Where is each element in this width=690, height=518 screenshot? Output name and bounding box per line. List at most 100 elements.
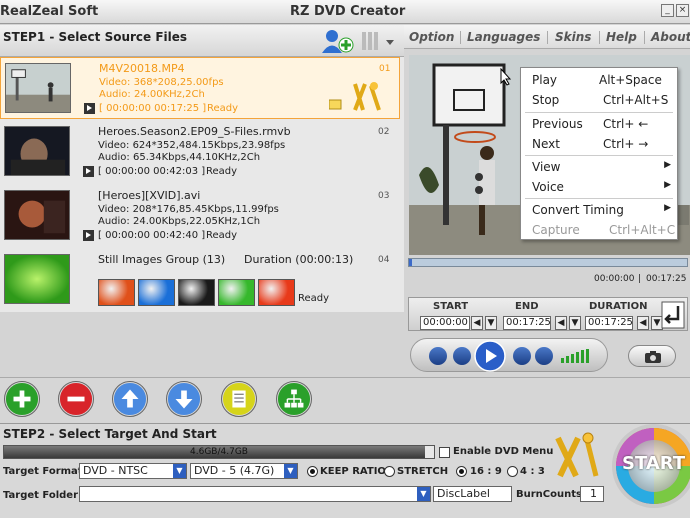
stop-button[interactable] — [429, 347, 447, 365]
chevron-down-icon[interactable]: ▼ — [417, 487, 430, 501]
menu-languages[interactable]: Languages — [467, 30, 540, 44]
move-up-icon[interactable] — [112, 381, 148, 417]
snapshot-button[interactable] — [628, 345, 676, 367]
volume-button[interactable] — [535, 347, 553, 365]
minimize-button[interactable]: _ — [661, 4, 674, 17]
menu-separator — [547, 31, 548, 44]
menu-skins[interactable]: Skins — [555, 30, 591, 44]
status-text: Ready — [207, 103, 239, 114]
end-down-button[interactable]: ▼ — [569, 316, 581, 330]
ratio-4-3-radio[interactable] — [507, 466, 518, 477]
start-down-button[interactable]: ▼ — [485, 316, 497, 330]
step2-panel: STEP2 - Select Target And Start 4.6GB/4.… — [0, 423, 690, 518]
still-image-thumb[interactable] — [218, 279, 255, 306]
source-row[interactable]: Heroes.Season2.EP09_S-Files.rmvb Video: … — [0, 121, 400, 183]
play-button[interactable] — [474, 340, 506, 372]
video-info: Video: 624*352,484.15Kbps,23.98fps — [98, 140, 286, 151]
still-image-thumb[interactable] — [258, 279, 295, 306]
ctx-item-previous[interactable]: Previous Ctrl+ ← — [521, 114, 677, 134]
tree-icon[interactable] — [276, 381, 312, 417]
play-mini-icon[interactable] — [83, 230, 94, 241]
ctx-item-next[interactable]: Next Ctrl+ → — [521, 134, 677, 154]
previous-button[interactable] — [453, 347, 471, 365]
next-button[interactable] — [513, 347, 531, 365]
ctx-item-voice[interactable]: Voice ▶ — [521, 177, 677, 197]
ctx-label: Previous — [532, 117, 583, 131]
add-icon[interactable] — [4, 381, 40, 417]
group-name: Still Images Group (13) — [98, 253, 226, 266]
mouse-cursor-icon — [500, 68, 512, 86]
ctx-label: View — [532, 160, 561, 174]
keep-ratio-radio[interactable] — [307, 466, 318, 477]
tools-icon[interactable] — [329, 80, 389, 114]
chevron-down-icon[interactable]: ▼ — [173, 464, 186, 478]
ctx-label: Convert Timing — [532, 203, 624, 217]
row-number: 02 — [378, 127, 390, 137]
trim-end-label: END — [515, 301, 539, 312]
duration-field[interactable]: 00:17:25 — [585, 316, 633, 330]
audio-info: Audio: 24.00KHz,2Ch — [99, 89, 205, 100]
seek-bar[interactable] — [408, 258, 688, 267]
enable-dvd-menu-label: Enable DVD Menu — [453, 446, 554, 457]
still-image-thumb[interactable] — [178, 279, 215, 306]
move-down-icon[interactable] — [166, 381, 202, 417]
source-row[interactable]: M4V20018.MP4 Video: 368*208,25.00fps Aud… — [0, 57, 400, 119]
current-time: 00:00:00 — [594, 274, 635, 284]
still-image-thumb[interactable] — [138, 279, 175, 306]
apply-trim-icon[interactable] — [661, 301, 685, 329]
add-user-icon[interactable] — [320, 28, 356, 54]
play-mini-icon[interactable] — [83, 166, 94, 177]
still-image-thumb[interactable] — [98, 279, 135, 306]
remove-icon[interactable] — [58, 381, 94, 417]
menu-about[interactable]: About — [651, 30, 690, 44]
target-format-select[interactable]: DVD - NTSC ▼ — [79, 463, 187, 479]
stretch-radio[interactable] — [384, 466, 395, 477]
status-text: Ready — [206, 166, 238, 177]
row-number: 01 — [379, 64, 391, 74]
menu-option[interactable]: Option — [409, 30, 454, 44]
disc-size-select[interactable]: DVD - 5 (4.7G) ▼ — [190, 463, 298, 479]
context-menu[interactable]: Play Alt+Space Stop Ctrl+Alt+S Previous … — [520, 67, 678, 240]
ratio-16-9-radio[interactable] — [456, 466, 467, 477]
burn-counts-input[interactable]: 1 — [580, 486, 604, 502]
start-time-field[interactable]: 00:00:00 — [420, 316, 470, 330]
file-name: M4V20018.MP4 — [99, 62, 185, 75]
ctx-label: Next — [532, 137, 560, 151]
menu-help[interactable]: Help — [606, 30, 637, 44]
time-range: [ 00:00:00 00:17:25 ] — [99, 103, 207, 114]
start-left-button[interactable]: ◀ — [471, 316, 483, 330]
video-info: Video: 208*176,85.45Kbps,11.99fps — [98, 204, 279, 215]
ctx-item-stop[interactable]: Stop Ctrl+Alt+S — [521, 90, 677, 110]
chevron-down-icon[interactable]: ▼ — [284, 464, 297, 478]
enable-dvd-menu-checkbox[interactable] — [439, 447, 450, 458]
start-label[interactable]: START — [622, 453, 685, 474]
still-images-row[interactable]: Still Images Group (13) Duration (00:00:… — [0, 249, 400, 311]
ctx-separator — [525, 198, 673, 199]
menu-separator — [599, 31, 600, 44]
step2-title: STEP2 - Select Target And Start — [3, 427, 217, 441]
disc-usage-bar: 4.6GB/4.7GB — [3, 445, 435, 459]
play-mini-icon[interactable] — [84, 103, 95, 114]
end-time-field[interactable]: 00:17:25 — [503, 316, 551, 330]
disc-label-input[interactable]: DiscLabel — [433, 486, 512, 502]
ctx-item-convert-timing[interactable]: Convert Timing ▶ — [521, 200, 677, 220]
disc-size-value: DVD - 5 (4.7G) — [194, 464, 275, 477]
ctx-item-play[interactable]: Play Alt+Space — [521, 70, 677, 90]
volume-level-icon[interactable] — [561, 349, 593, 363]
settings-tools-icon[interactable] — [548, 432, 604, 482]
ctx-item-view[interactable]: View ▶ — [521, 157, 677, 177]
list-view-icon[interactable] — [360, 30, 396, 52]
duration-left-button[interactable]: ◀ — [637, 316, 649, 330]
ctx-shortcut: Ctrl+ → — [603, 137, 649, 151]
total-time: 00:17:25 — [646, 274, 687, 284]
brand-name: RealZeal Soft — [0, 4, 99, 19]
source-row[interactable]: [Heroes][XVID].avi Video: 208*176,85.45K… — [0, 185, 400, 247]
target-folder-select[interactable]: ▼ — [79, 486, 431, 502]
ctx-shortcut: Ctrl+Alt+C — [609, 223, 676, 237]
target-format-value: DVD - NTSC — [83, 464, 148, 477]
edit-icon[interactable] — [221, 381, 257, 417]
source-file-list[interactable]: M4V20018.MP4 Video: 368*208,25.00fps Aud… — [0, 57, 404, 312]
end-left-button[interactable]: ◀ — [555, 316, 567, 330]
close-button[interactable]: × — [676, 4, 689, 17]
trim-duration-label: DURATION — [589, 301, 648, 312]
